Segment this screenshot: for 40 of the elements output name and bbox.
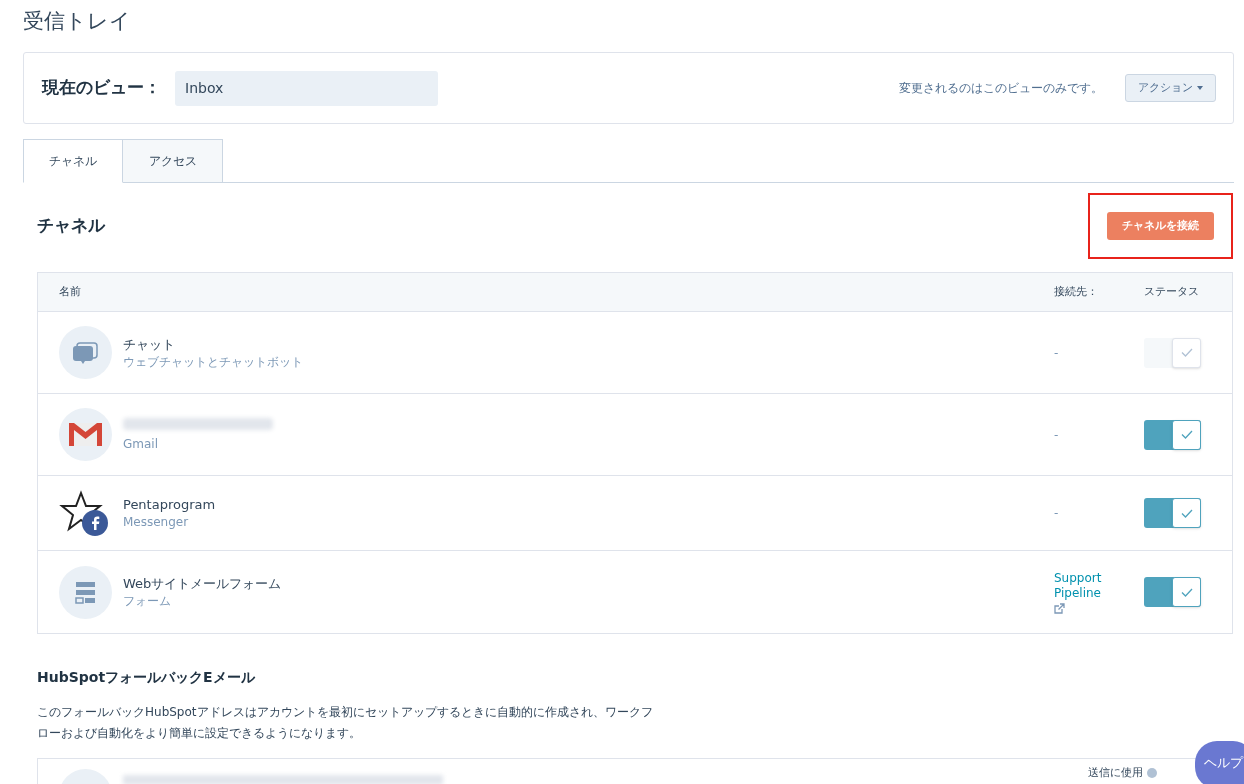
section-heading: チャネル [37, 214, 105, 238]
destination-text: - [1054, 505, 1060, 522]
channel-name: Webサイトメールフォーム [123, 575, 283, 593]
view-note: 変更されるのはこのビューのみです。 [899, 80, 1103, 97]
help-icon [1147, 768, 1157, 779]
channel-type: ウェブチャットとチャットボット [123, 353, 304, 370]
destination-text: - [1054, 426, 1060, 444]
column-header: 名前 [58, 283, 82, 300]
actions-dropdown-button[interactable]: アクション [1125, 74, 1216, 102]
view-label: 現在のビュー： [42, 76, 161, 100]
channel-name: チャット [123, 335, 176, 354]
check-icon [1180, 430, 1193, 439]
channel-type: Gmail [123, 435, 159, 452]
channel-type: Messenger [123, 514, 190, 530]
help-button[interactable]: ヘルプ [1195, 741, 1244, 784]
destination-text: - [1054, 344, 1060, 362]
status-toggle[interactable] [1144, 577, 1201, 607]
page-title: 受信トレイ [23, 8, 132, 35]
tab[interactable]: アクセス [123, 139, 223, 183]
view-name-field[interactable]: Inbox [175, 70, 438, 106]
section-description: このフォールバックHubSpotアドレスはアカウントを最初にセットアップするときに自動的に作成され、ワークフローおよび自動化をより簡単に設定できるようになります。 [37, 704, 654, 742]
chat-bubbles-icon [59, 326, 112, 379]
form-icon [59, 565, 112, 619]
section-heading: HubSpotフォールバックEメール [37, 668, 256, 687]
mail-logo-icon [59, 408, 112, 461]
connect-channel-button[interactable]: チャネルを接続 [1107, 212, 1214, 241]
check-icon [1180, 587, 1193, 597]
status-toggle[interactable] [1144, 419, 1201, 450]
tab[interactable]: チャネル [23, 139, 123, 183]
check-icon [1180, 348, 1193, 357]
use-for-sending-label: 送信に使用 [1088, 765, 1143, 781]
channel-type: フォーム [123, 593, 172, 609]
column-header: ステータス [1144, 283, 1200, 300]
pipeline-link[interactable]: Support Pipeline [1054, 570, 1114, 601]
status-toggle[interactable] [1144, 498, 1201, 528]
check-icon [1180, 508, 1193, 518]
channel-name: Pentaprogram [123, 496, 217, 514]
caret-icon [1197, 86, 1203, 90]
external-link-icon[interactable] [1054, 602, 1065, 614]
column-header: 接続先： [1054, 283, 1099, 300]
